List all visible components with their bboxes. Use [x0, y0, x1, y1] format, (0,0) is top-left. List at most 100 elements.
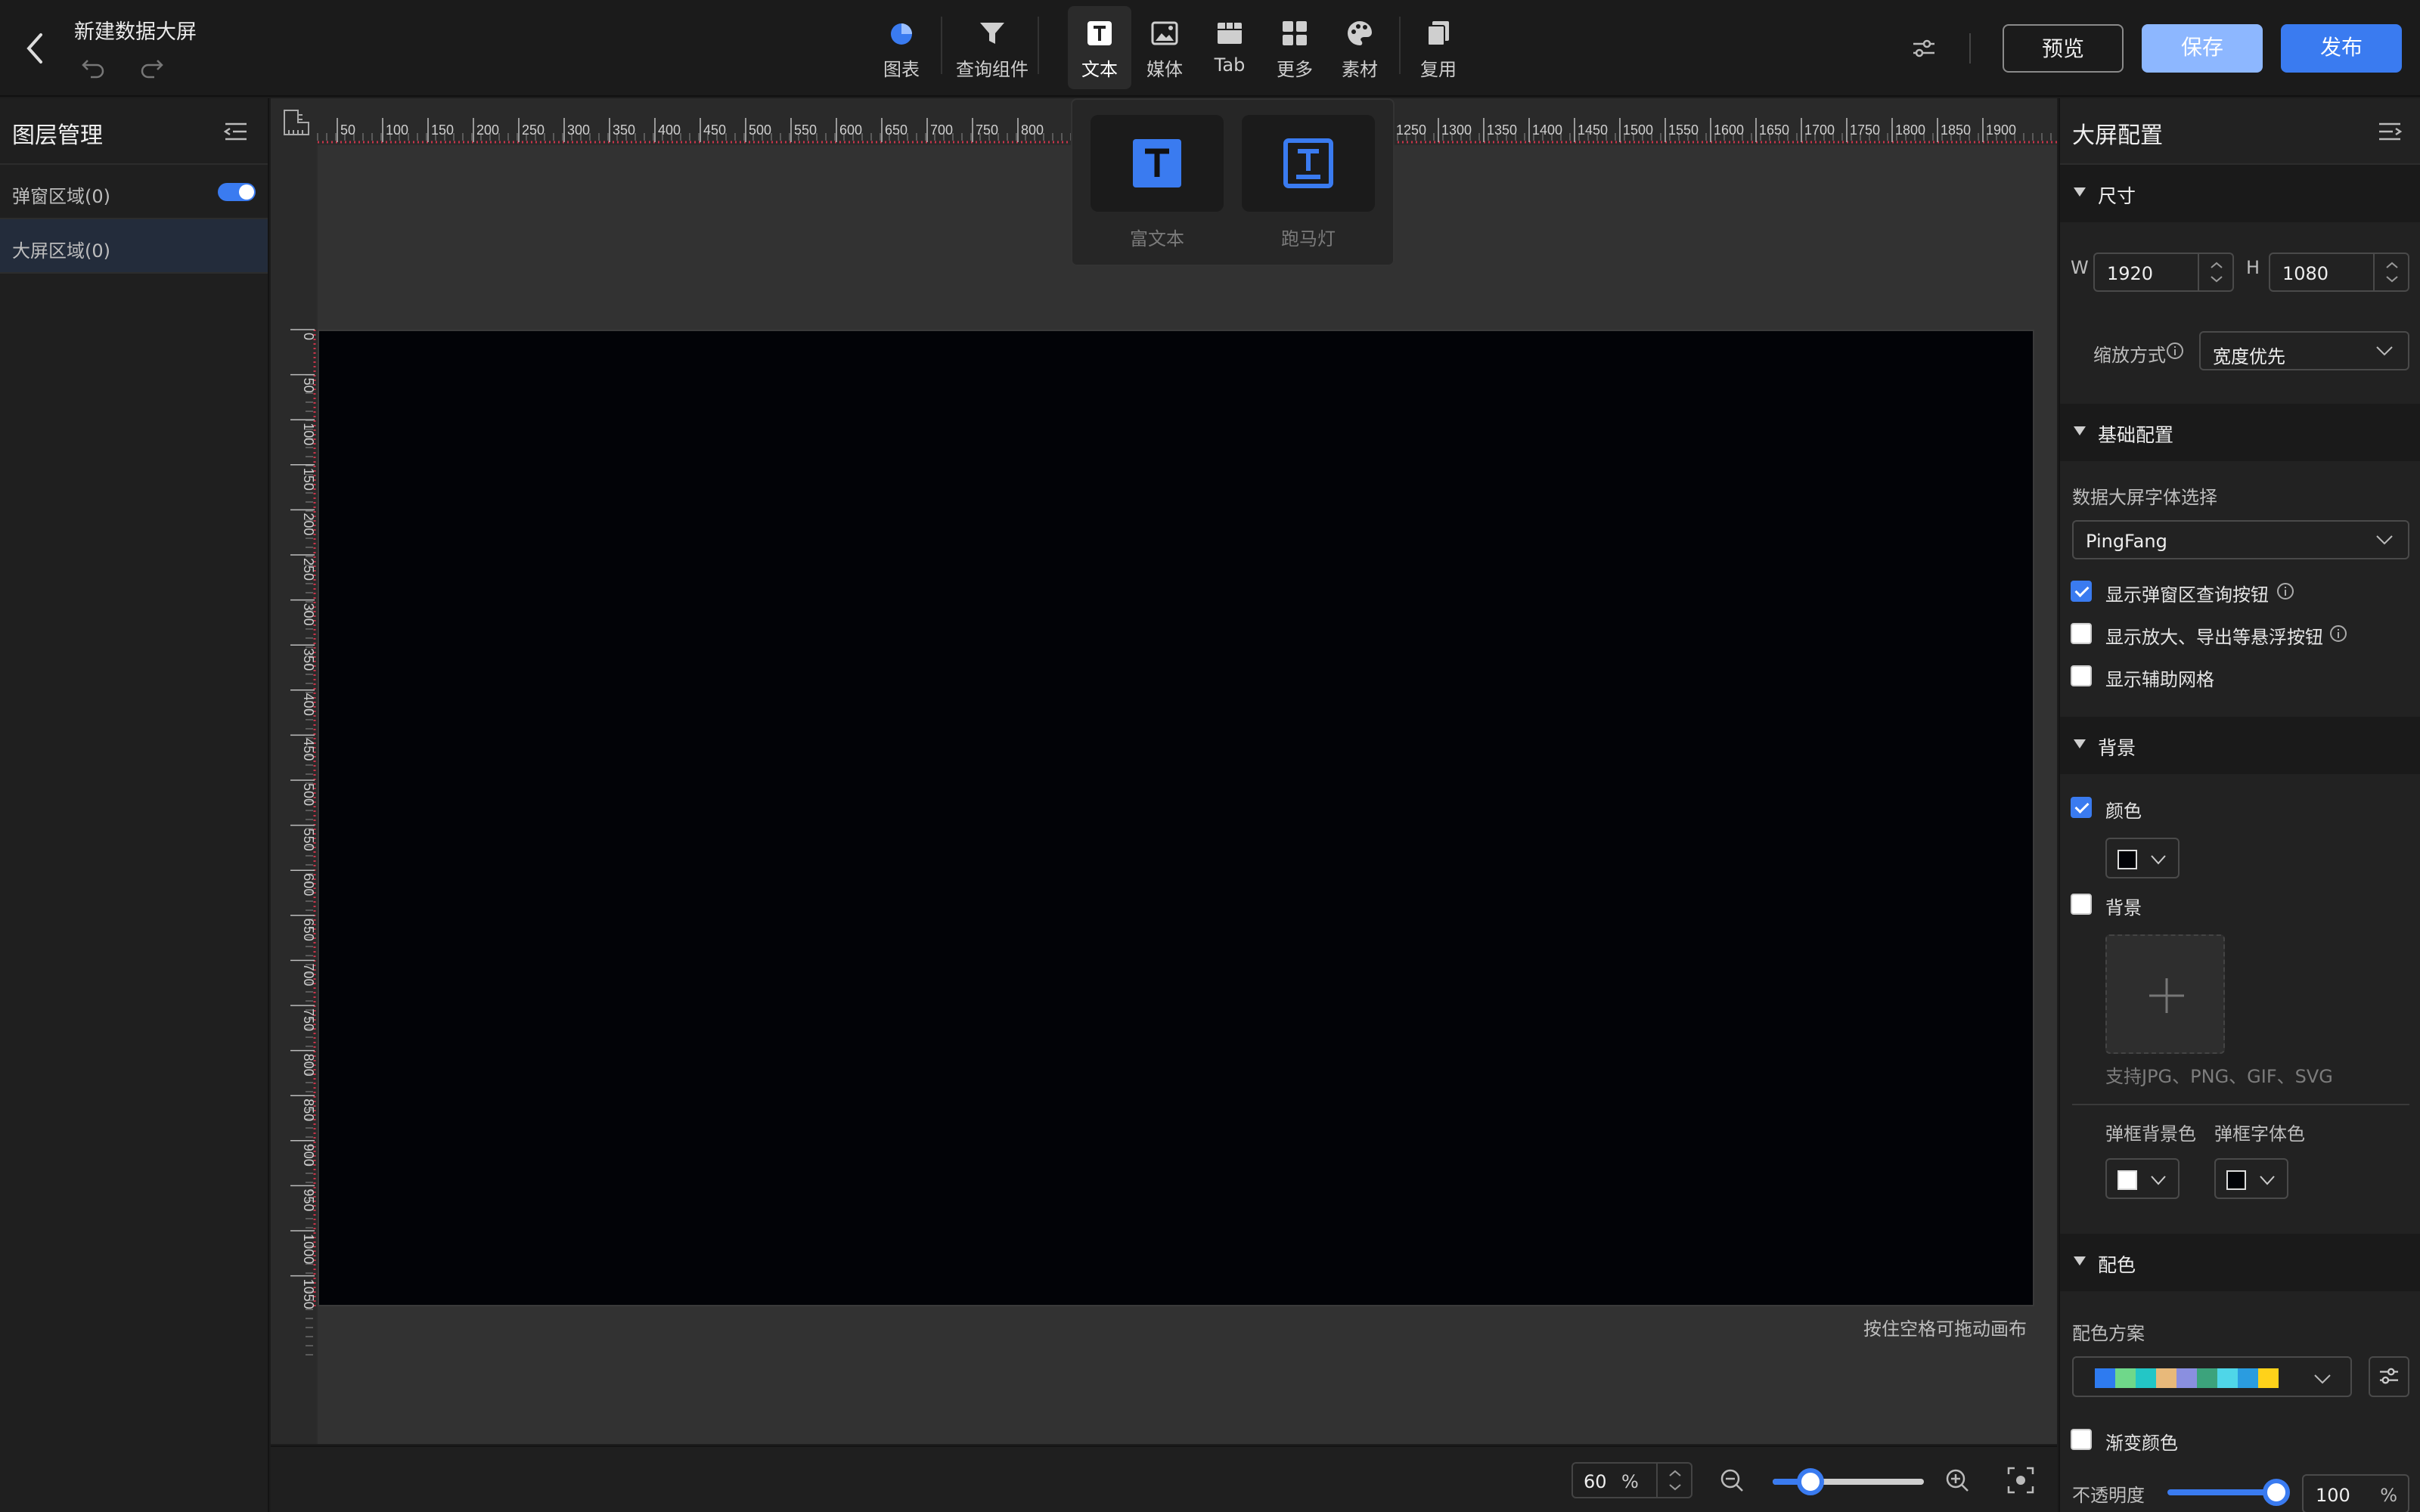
- preview-button[interactable]: 预览: [2003, 24, 2124, 73]
- save-button[interactable]: 保存: [2142, 24, 2263, 73]
- tool-query[interactable]: 查询组件: [954, 6, 1030, 89]
- background-section-header[interactable]: 背景: [2060, 717, 2420, 774]
- tool-reuse[interactable]: 复用: [1407, 6, 1470, 89]
- ruler-tick-label: 1550: [1668, 122, 1699, 138]
- tool-tab[interactable]: Tab: [1198, 6, 1261, 89]
- ruler-tick-label: 1700: [1804, 122, 1835, 138]
- palette-color-cell: [2136, 1368, 2156, 1388]
- tool-assets[interactable]: 素材: [1328, 6, 1392, 89]
- checkbox-bg-image[interactable]: [2071, 894, 2092, 915]
- grid-icon: [1283, 21, 1307, 45]
- palette-color-cell: [2238, 1368, 2258, 1388]
- tool-label: 查询组件: [956, 59, 1028, 80]
- layer-row-label: 大屏区域(0): [12, 240, 110, 262]
- ruler-tick-label: 300: [567, 122, 590, 138]
- chevron-down-icon: [2151, 1176, 2166, 1185]
- height-stepper[interactable]: [2373, 254, 2408, 290]
- width-input[interactable]: 1920: [2093, 253, 2234, 292]
- color-scheme-select[interactable]: [2072, 1356, 2352, 1397]
- ruler-tick-label: 1750: [1850, 122, 1880, 138]
- ruler-corner-icon[interactable]: [281, 107, 312, 138]
- header-divider: [1969, 33, 1971, 64]
- sliders-icon: [2379, 1368, 2399, 1384]
- opacity-input[interactable]: 100 %: [2302, 1474, 2409, 1512]
- ruler-tick-label: 150: [301, 468, 316, 491]
- ruler-tick-label: 450: [301, 738, 316, 761]
- ruler-tick-label: 950: [301, 1188, 316, 1211]
- image-icon: [1151, 21, 1178, 45]
- size-section-header[interactable]: 尺寸: [2060, 165, 2420, 222]
- checkbox-popup-query[interactable]: [2071, 581, 2092, 602]
- tool-more[interactable]: 更多: [1263, 6, 1326, 89]
- ruler-tick-label: 600: [839, 122, 862, 138]
- color-section-header[interactable]: 配色: [2060, 1234, 2420, 1291]
- ruler-tick-label: 250: [301, 558, 316, 581]
- layer-row-popup-area[interactable]: 弹窗区域(0): [0, 165, 268, 219]
- dialog-font-color-picker[interactable]: [2214, 1158, 2288, 1199]
- zoom-value: 60: [1584, 1471, 1607, 1492]
- height-input[interactable]: 1080: [2269, 253, 2409, 292]
- layer-panel: 图层管理 弹窗区域(0) 大屏区域(0): [0, 98, 269, 1512]
- ruler-tick-label: 700: [301, 963, 316, 986]
- tool-chart[interactable]: 图表: [870, 6, 933, 89]
- layer-row-screen-area[interactable]: 大屏区域(0): [0, 219, 268, 274]
- info-icon[interactable]: [2166, 342, 2184, 360]
- ruler-tick-label: 400: [301, 693, 316, 716]
- color-swatch: [2226, 1170, 2246, 1190]
- basic-section-header[interactable]: 基础配置: [2060, 404, 2420, 461]
- chevron-down-icon: [2314, 1374, 2331, 1384]
- checkbox-float-buttons[interactable]: [2071, 623, 2092, 644]
- zoom-in-icon[interactable]: [1942, 1465, 1972, 1495]
- ruler-tick-label: 1050: [301, 1279, 316, 1309]
- ruler-tick-label: 1250: [1396, 122, 1426, 138]
- marquee-tile[interactable]: [1242, 115, 1375, 212]
- bg-color-picker[interactable]: [2105, 838, 2180, 878]
- font-select[interactable]: PingFang: [2072, 520, 2409, 559]
- chevron-down-icon: [2260, 1176, 2275, 1185]
- redo-icon[interactable]: [138, 53, 165, 80]
- dialog-font-label: 弹框字体色: [2214, 1123, 2305, 1145]
- info-icon[interactable]: [2329, 624, 2347, 643]
- publish-button[interactable]: 发布: [2281, 24, 2402, 73]
- scale-mode-label: 缩放方式: [2093, 345, 2166, 366]
- zoom-slider-thumb[interactable]: [1797, 1468, 1824, 1495]
- rich-text-item[interactable]: 富文本: [1091, 115, 1224, 250]
- ruler-tick-label: 1350: [1487, 122, 1517, 138]
- checkbox-bg-color[interactable]: [2071, 797, 2092, 818]
- fit-screen-icon[interactable]: [2006, 1465, 2036, 1495]
- dialog-bg-color-picker[interactable]: [2105, 1158, 2180, 1199]
- collapse-menu-icon[interactable]: [2376, 119, 2403, 144]
- rich-text-tile[interactable]: [1091, 115, 1224, 212]
- drag-hint: 按住空格可拖动画布: [1863, 1318, 2027, 1340]
- checkbox-label: 颜色: [2105, 801, 2142, 822]
- ruler-tick-label: 650: [301, 919, 316, 941]
- ruler-tick-label: 50: [301, 378, 316, 393]
- undo-icon[interactable]: [80, 53, 107, 80]
- checkbox-grid[interactable]: [2071, 665, 2092, 686]
- scale-mode-select[interactable]: 宽度优先: [2199, 331, 2409, 370]
- popup-area-toggle[interactable]: [218, 183, 256, 201]
- canvas-workarea[interactable]: 50 100 150 200 250 300 350 400 450 500 550 600 650 70…: [271, 98, 2057, 1444]
- back-icon[interactable]: [21, 30, 51, 67]
- color-scheme-settings-button[interactable]: [2369, 1356, 2409, 1397]
- screen-canvas[interactable]: [318, 330, 2034, 1306]
- info-icon[interactable]: [2276, 582, 2294, 600]
- chevron-down-icon: [2376, 346, 2393, 356]
- tool-media[interactable]: 媒体: [1133, 6, 1196, 89]
- width-stepper[interactable]: [2198, 254, 2232, 290]
- tool-label: 媒体: [1146, 59, 1183, 80]
- checkbox-gradient[interactable]: [2071, 1429, 2092, 1450]
- opacity-slider[interactable]: [2167, 1479, 2290, 1506]
- zoom-out-icon[interactable]: [1717, 1465, 1747, 1495]
- ruler-tick-label: 750: [301, 1009, 316, 1031]
- pie-chart-icon: [891, 23, 912, 45]
- opacity-slider-thumb[interactable]: [2263, 1479, 2290, 1506]
- bg-image-upload[interactable]: [2105, 934, 2225, 1054]
- sliders-icon[interactable]: [1909, 33, 1939, 64]
- collapse-menu-icon[interactable]: [222, 119, 250, 144]
- tool-text[interactable]: 文本: [1068, 6, 1131, 89]
- zoom-input[interactable]: 60 %: [1571, 1462, 1692, 1498]
- zoom-stepper[interactable]: [1656, 1464, 1691, 1497]
- marquee-item[interactable]: 跑马灯: [1242, 115, 1375, 250]
- zoom-slider[interactable]: [1773, 1468, 1924, 1495]
